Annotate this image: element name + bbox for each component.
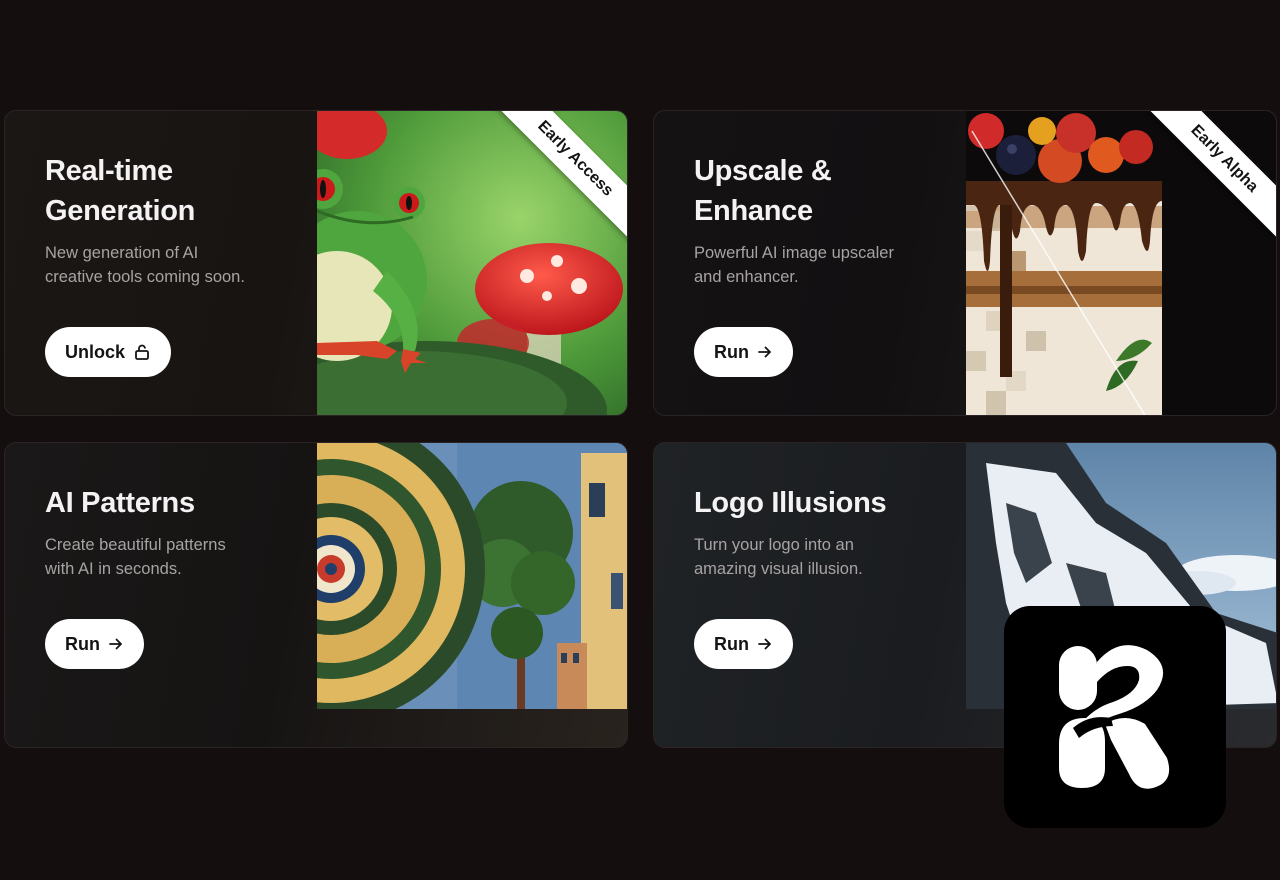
card-title-line: Upscale & bbox=[694, 155, 832, 187]
card-description-line: with AI in seconds. bbox=[45, 560, 182, 578]
arrow-right-icon bbox=[757, 636, 773, 652]
card-ai-patterns[interactable]: AI Patterns Create beautiful patterns wi… bbox=[4, 442, 628, 748]
lock-open-icon bbox=[133, 343, 151, 361]
card-title: AI Patterns bbox=[45, 487, 195, 519]
card-description-line: and enhancer. bbox=[694, 268, 799, 286]
card-description-line: Create beautiful patterns bbox=[45, 536, 226, 554]
tools-grid: Real-time Generation New generation of A… bbox=[0, 0, 1280, 880]
card-title: Real-time Generation bbox=[45, 151, 305, 231]
card-title: Upscale & Enhance bbox=[694, 151, 954, 231]
run-button-label: Run bbox=[65, 633, 100, 654]
card-description: Powerful AI image upscaler and enhancer. bbox=[694, 241, 954, 289]
card-description-line: amazing visual illusion. bbox=[694, 560, 863, 578]
run-button-label: Run bbox=[714, 633, 749, 654]
card-realtime-generation[interactable]: Real-time Generation New generation of A… bbox=[4, 110, 628, 416]
run-button-label: Run bbox=[714, 341, 749, 362]
card-description-line: creative tools coming soon. bbox=[45, 268, 245, 286]
arrow-right-icon bbox=[108, 636, 124, 652]
card-description: Create beautiful patterns with AI in sec… bbox=[45, 533, 305, 581]
card-text: AI Patterns Create beautiful patterns wi… bbox=[45, 483, 305, 581]
krea-logo-icon bbox=[1004, 606, 1226, 828]
card-description-line: Turn your logo into an bbox=[694, 536, 854, 554]
card-upscale-enhance[interactable]: Upscale & Enhance Powerful AI image upsc… bbox=[653, 110, 1277, 416]
card-title-line: Enhance bbox=[694, 195, 813, 227]
run-button[interactable]: Run bbox=[45, 619, 144, 669]
card-text: Real-time Generation New generation of A… bbox=[45, 151, 305, 289]
card-description: New generation of AI creative tools comi… bbox=[45, 241, 305, 289]
card-title-line: Generation bbox=[45, 195, 196, 227]
arrow-right-icon bbox=[757, 344, 773, 360]
card-title: Logo Illusions bbox=[694, 487, 887, 519]
unlock-button-label: Unlock bbox=[65, 341, 126, 362]
card-description: Turn your logo into an amazing visual il… bbox=[694, 533, 954, 581]
run-button[interactable]: Run bbox=[694, 327, 793, 377]
unlock-button[interactable]: Unlock bbox=[45, 327, 172, 377]
card-description-line: Powerful AI image upscaler bbox=[694, 244, 894, 262]
card-title-line: Real-time bbox=[45, 155, 173, 187]
card-text: Logo Illusions Turn your logo into an am… bbox=[694, 483, 954, 581]
spiral-pattern-illustration bbox=[317, 443, 627, 747]
run-button[interactable]: Run bbox=[694, 619, 793, 669]
card-description-line: New generation of AI bbox=[45, 244, 199, 262]
card-text: Upscale & Enhance Powerful AI image upsc… bbox=[694, 151, 954, 289]
